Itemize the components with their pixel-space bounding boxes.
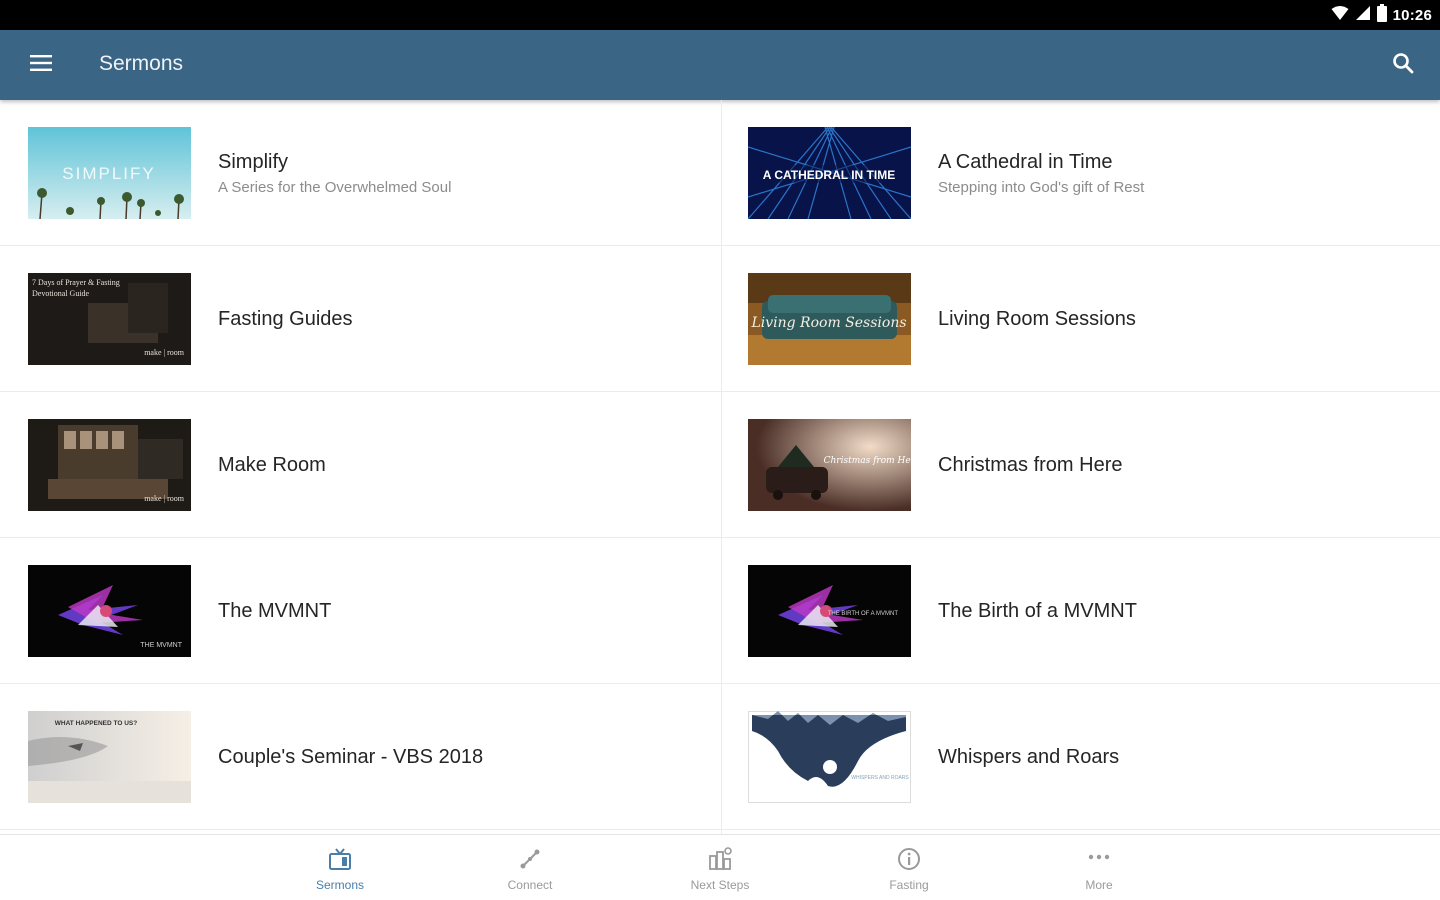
sermon-subtitle: A Series for the Overwhelmed Soul [218, 178, 452, 196]
status-bar: 10:26 [0, 0, 1440, 30]
signal-icon [1355, 5, 1371, 26]
sermon-thumbnail: Christmas from Here [748, 419, 911, 511]
connect-icon [517, 846, 543, 872]
sermon-card-the-mvmnt[interactable]: THE MVMNT The MVMNT [0, 538, 720, 684]
thumb-text: A CATHEDRAL IN TIME [763, 168, 895, 182]
sermon-thumbnail: Living Room Sessions [748, 273, 911, 365]
divider [720, 829, 1440, 830]
search-button[interactable] [1384, 46, 1422, 84]
nav-label: Connect [507, 878, 553, 892]
sermon-title: Fasting Guides [218, 307, 353, 330]
sermon-card-cathedral[interactable]: A CATHEDRAL IN TIME A Cathedral in Time … [720, 100, 1440, 246]
sermon-grid: SIMPLIFY Simplify A Series for the Overw… [0, 100, 1440, 834]
page-title: Sermons [99, 52, 184, 75]
sermon-thumbnail: A CATHEDRAL IN TIME [748, 127, 911, 219]
sermon-thumbnail: 7 Days of Prayer & Fasting Devotional Gu… [28, 273, 191, 365]
sermon-card-christmas[interactable]: Christmas from Here Christmas from Here [720, 392, 1440, 538]
thumb-text: SIMPLIFY [62, 164, 155, 183]
sermon-thumbnail: THE BIRTH OF A MVMNT [748, 565, 911, 657]
sermon-title: Simplify [218, 150, 289, 173]
thumb-text: 7 Days of Prayer & Fasting Devotional Gu… [32, 278, 120, 298]
sermon-card-make-room[interactable]: make | room Make Room [0, 392, 720, 538]
column-divider [721, 100, 722, 834]
thumb-text: Living Room Sessions [750, 315, 906, 331]
sermon-card-living-room[interactable]: Living Room Sessions Living Room Session… [720, 246, 1440, 392]
sermon-title: Whispers and Roars [938, 745, 1120, 768]
nav-label: Fasting [889, 878, 929, 892]
divider [0, 829, 720, 830]
nav-tab-fasting[interactable]: Fasting [849, 835, 969, 900]
nav-label: More [1085, 878, 1113, 892]
sermon-title: The Birth of a MVMNT [938, 599, 1137, 622]
thumb-text: Christmas from Here [824, 456, 911, 466]
thumb-text: WHISPERS AND ROARS [851, 775, 909, 781]
info-icon [896, 846, 922, 872]
sermon-subtitle: Stepping into God's gift of Rest [938, 178, 1145, 196]
tv-icon [327, 846, 353, 872]
nav-tab-connect[interactable]: Connect [470, 835, 590, 900]
thumb-text: THE MVMNT [140, 642, 182, 649]
sermon-title: Couple's Seminar - VBS 2018 [218, 745, 484, 768]
sermon-card-couples-seminar[interactable]: WHAT HAPPENED TO US? Couple's Seminar - … [0, 684, 720, 830]
more-dots-icon [1086, 846, 1112, 872]
hamburger-menu-icon [30, 54, 52, 77]
nav-tab-more[interactable]: More [1039, 835, 1159, 900]
bottom-navigation: Sermons Connect Next Steps Fasting More [0, 834, 1440, 900]
next-steps-icon [707, 846, 733, 872]
nav-label: Sermons [315, 878, 365, 892]
sermon-card-simplify[interactable]: SIMPLIFY Simplify A Series for the Overw… [0, 100, 720, 246]
wifi-icon [1331, 5, 1349, 26]
sermon-card-fasting-guides[interactable]: 7 Days of Prayer & Fasting Devotional Gu… [0, 246, 720, 392]
sermon-title: Living Room Sessions [938, 307, 1136, 330]
search-icon [1392, 52, 1414, 79]
battery-icon [1376, 3, 1387, 27]
thumb-text: WHAT HAPPENED TO US? [55, 720, 137, 727]
sermon-card-whispers-roars[interactable]: WHISPERS AND ROARS Whispers and Roars [720, 684, 1440, 830]
sermon-title: A Cathedral in Time [938, 150, 1113, 173]
sermon-title: Christmas from Here [938, 453, 1123, 476]
sermon-thumbnail: SIMPLIFY [28, 127, 191, 219]
sermon-card-birth-of-mvmnt[interactable]: THE BIRTH OF A MVMNT The Birth of a MVMN… [720, 538, 1440, 684]
sermon-thumbnail: THE MVMNT [28, 565, 191, 657]
thumb-footer: make | room [144, 348, 185, 357]
sermon-title: The MVMNT [218, 599, 332, 622]
status-time: 10:26 [1392, 6, 1432, 24]
sermon-thumbnail: WHAT HAPPENED TO US? [28, 711, 191, 803]
app-bar: Sermons [0, 30, 1440, 100]
nav-label: Next Steps [690, 878, 750, 892]
thumb-text: THE BIRTH OF A MVMNT [828, 611, 899, 617]
menu-button[interactable] [22, 47, 60, 83]
nav-tab-next-steps[interactable]: Next Steps [660, 835, 780, 900]
sermon-thumbnail: WHISPERS AND ROARS [748, 711, 911, 803]
sermon-thumbnail: make | room [28, 419, 191, 511]
nav-tab-sermons[interactable]: Sermons [280, 835, 400, 900]
sermon-title: Make Room [218, 453, 326, 476]
thumb-footer: make | room [144, 494, 185, 503]
